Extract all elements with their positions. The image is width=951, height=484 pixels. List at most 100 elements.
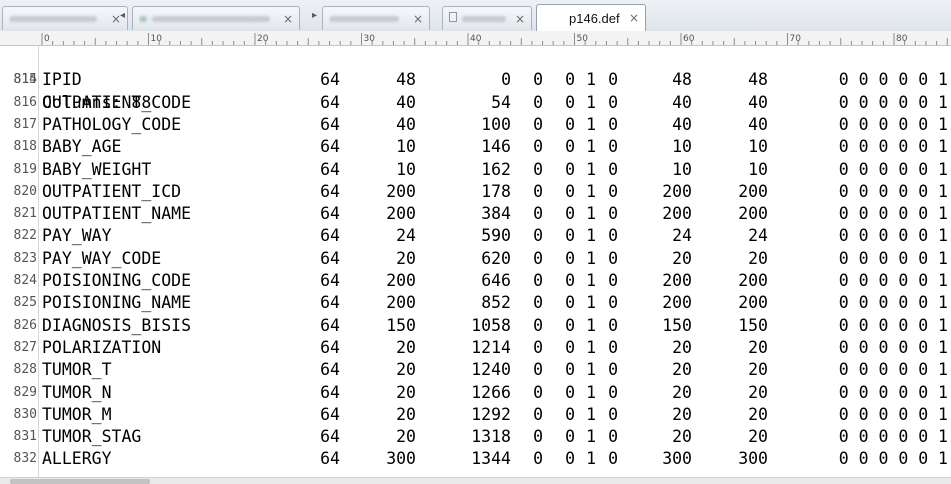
field-length: 20 — [396, 382, 416, 402]
flag-2: 0 — [565, 137, 575, 157]
display-length: 20 — [672, 337, 692, 357]
table-row: 824 POISIONING_CODE 64 200 646 0 0 1 0 200 200 0 0 … — [0, 270, 951, 292]
table-row: 825 POISIONING_NAME 64 200 852 0 0 1 0 200 200 0 0 … — [0, 292, 951, 314]
tab-scroll-left-icon[interactable]: ◂ — [120, 10, 125, 21]
column-name: IPID — [42, 70, 82, 90]
tab-scroll-right-icon[interactable]: ▸ — [312, 10, 317, 21]
flag-1: 0 — [533, 315, 543, 335]
header-line: 814 Columns: 88 — [0, 47, 951, 111]
table-row: 821 OUTPATIENT_NAME 64 200 384 0 0 1 0 200 200 0 0 … — [0, 203, 951, 225]
field-offset: 1240 — [471, 360, 511, 380]
tab-3-close-icon[interactable]: × — [413, 12, 423, 26]
horizontal-scrollbar[interactable] — [0, 477, 951, 484]
flag-4: 0 — [608, 382, 618, 402]
field-offset: 1266 — [471, 382, 511, 402]
flag-2: 0 — [565, 315, 575, 335]
data-type: 64 — [320, 337, 340, 357]
ruler-label: 30 — [364, 34, 376, 44]
field-length: 20 — [396, 427, 416, 447]
line-number: 815 — [13, 72, 37, 88]
table-row: 822 PAY_WAY 64 24 590 0 0 1 0 24 24 0 0 0 0 0 1 — [0, 225, 951, 247]
flag-3: 1 — [586, 114, 596, 134]
display-length: 20 — [672, 360, 692, 380]
flags-tail: 0 0 0 0 0 1 — [838, 404, 948, 424]
flag-3: 1 — [586, 449, 596, 469]
flag-4: 0 — [608, 248, 618, 268]
data-type: 64 — [320, 360, 340, 380]
data-type: 64 — [320, 427, 340, 447]
tab-4[interactable]: × — [442, 6, 532, 30]
column-name: TUMOR_N — [42, 382, 112, 402]
max-length: 40 — [748, 92, 768, 112]
flag-4: 0 — [608, 226, 618, 246]
table-row: 818 BABY_AGE 64 10 146 0 0 1 0 10 10 0 0 0 0 0 1 — [0, 136, 951, 158]
line-number: 831 — [13, 429, 37, 445]
field-offset: 852 — [481, 293, 511, 313]
tab-1[interactable]: × — [2, 6, 128, 30]
max-length: 300 — [738, 449, 768, 469]
column-name: PATHOLOGY_CODE — [42, 114, 182, 134]
flags-tail: 0 0 0 0 0 1 — [838, 204, 948, 224]
field-length: 200 — [386, 271, 416, 290]
tab-active-close-icon[interactable]: × — [629, 11, 639, 25]
flag-1: 0 — [533, 337, 543, 357]
scrollbar-thumb[interactable] — [10, 479, 150, 484]
field-offset: 1344 — [471, 449, 511, 469]
display-length: 20 — [672, 404, 692, 424]
flags-tail: 0 0 0 0 0 1 — [838, 70, 948, 90]
table-row: 823 PAY_WAY_CODE 64 20 620 0 0 1 0 20 20 0 0 0 0 0 … — [0, 248, 951, 270]
max-length: 200 — [738, 204, 768, 224]
data-type: 64 — [320, 404, 340, 424]
data-type: 64 — [320, 226, 340, 246]
tab-3[interactable]: × — [322, 6, 430, 30]
flag-2: 0 — [565, 70, 575, 90]
tab-2[interactable]: × — [132, 6, 300, 30]
tab-p146-def[interactable]: p146.def × — [536, 4, 646, 31]
max-length: 48 — [748, 70, 768, 90]
tab-2-close-icon[interactable]: × — [283, 12, 293, 26]
max-length: 10 — [748, 137, 768, 157]
flag-3: 1 — [586, 204, 596, 224]
flag-1: 0 — [533, 181, 543, 201]
max-length: 20 — [748, 404, 768, 424]
max-length: 10 — [748, 159, 768, 179]
line-number: 818 — [13, 139, 37, 155]
column-name: PAY_WAY_CODE — [42, 248, 162, 268]
data-type: 64 — [320, 248, 340, 268]
flag-3: 1 — [586, 70, 596, 90]
line-number: 823 — [13, 250, 37, 266]
flag-1: 0 — [533, 293, 543, 313]
table-row: 815 IPID 64 48 0 0 0 1 0 48 48 0 0 0 0 0 1 — [0, 69, 951, 91]
flag-4: 0 — [608, 427, 618, 447]
flag-1: 0 — [533, 159, 543, 179]
field-offset: 620 — [481, 248, 511, 268]
green-file-icon — [139, 15, 147, 22]
flags-tail: 0 0 0 0 0 1 — [838, 449, 948, 469]
flag-2: 0 — [565, 226, 575, 246]
tab-4-title — [449, 12, 509, 25]
flags-tail: 0 0 0 0 0 1 — [838, 382, 948, 402]
display-length: 20 — [672, 382, 692, 402]
table-row: 827 POLARIZATION 64 20 1214 0 0 1 0 20 20 0 0 0 0 0… — [0, 337, 951, 359]
max-length: 20 — [748, 360, 768, 380]
flag-4: 0 — [608, 70, 618, 90]
tab-4-close-icon[interactable]: × — [515, 12, 525, 26]
tab-2-blurred-title — [139, 13, 277, 25]
ruler-label: 10 — [151, 34, 163, 44]
file-icon — [449, 12, 457, 22]
display-length: 200 — [662, 204, 692, 224]
flags-tail: 0 0 0 0 0 1 — [838, 248, 948, 268]
ruler-label: 80 — [896, 34, 908, 44]
text-editor[interactable]: 814 Columns: 88 815 IPID 64 48 0 0 0 1 0 48 48 0 0 … — [0, 46, 951, 477]
table-row: 828 TUMOR_T 64 20 1240 0 0 1 0 20 20 0 0 0 0 0 1 — [0, 359, 951, 381]
field-offset: 590 — [481, 226, 511, 246]
flag-4: 0 — [608, 404, 618, 424]
field-offset: 146 — [481, 137, 511, 157]
flag-2: 0 — [565, 404, 575, 424]
flag-3: 1 — [586, 315, 596, 335]
flag-3: 1 — [586, 382, 596, 402]
column-name: OUTPATIENT_NAME — [42, 204, 192, 224]
flags-tail: 0 0 0 0 0 1 — [838, 337, 948, 357]
max-length: 200 — [738, 293, 768, 313]
max-length: 150 — [738, 315, 768, 335]
